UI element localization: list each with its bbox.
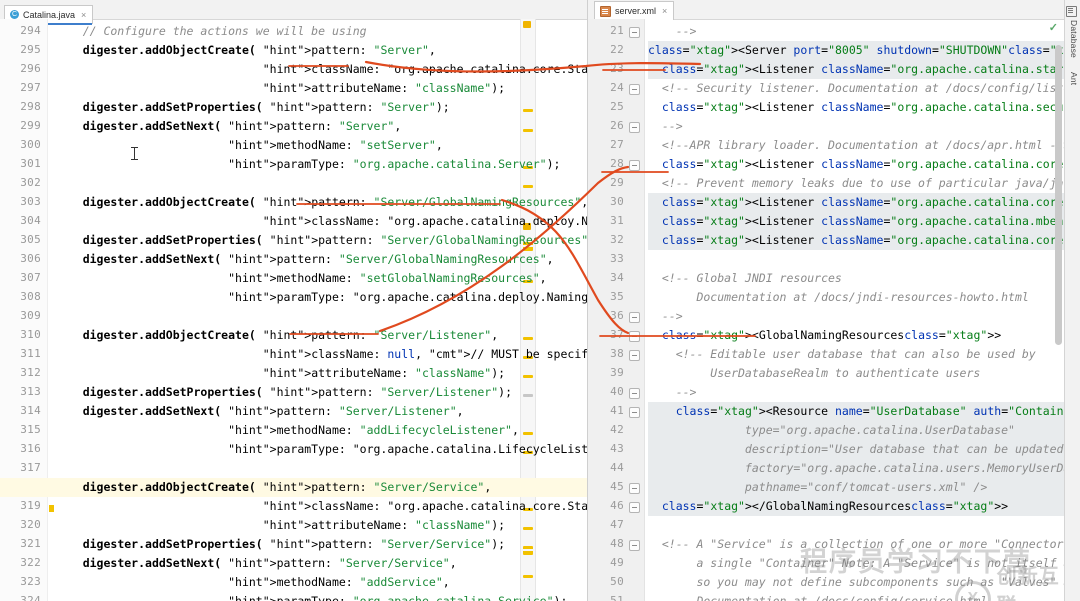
code-line[interactable]: pathname="conf/tomcat-users.xml" /> [648, 478, 987, 497]
tabbar-left: C Catalina.java × [0, 0, 587, 20]
tab-server-xml[interactable]: server.xml × [594, 1, 674, 20]
code-line[interactable]: "hint">attributeName: "className"); [55, 364, 505, 383]
code-line[interactable]: description="User database that can be u… [648, 440, 1080, 459]
code-line[interactable]: <!-- Editable user database that can als… [648, 345, 1036, 364]
code-line[interactable]: "hint">methodName: "addLifecycleListener… [55, 421, 519, 440]
vertical-scrollbar[interactable] [1055, 45, 1062, 345]
bookmark-icon[interactable] [49, 505, 54, 512]
code-line[interactable]: "hint">methodName: "setGlobalNamingResou… [55, 269, 547, 288]
code-line[interactable]: --> [648, 22, 696, 41]
code-line[interactable]: digester.addObjectCreate( "hint">pattern… [55, 326, 498, 345]
xml-file-icon [600, 6, 611, 17]
code-line[interactable]: digester.addSetProperties( "hint">patter… [55, 535, 505, 554]
code-line[interactable]: "hint">methodName: "setServer", [55, 136, 443, 155]
editor-body-java[interactable]: 2932942952962972982993003013023033043053… [0, 19, 587, 601]
code-line[interactable]: digester.addSetNext( "hint">pattern: "Se… [55, 250, 554, 269]
code-line[interactable]: digester.addObjectCreate( "hint">pattern… [55, 478, 491, 497]
watermark-logo-mark: X [955, 581, 991, 601]
code-line[interactable]: factory="org.apache.catalina.users.Memor… [648, 459, 1080, 478]
inspection-ok-icon[interactable]: ✓ [1049, 21, 1058, 34]
code-line[interactable]: type="org.apache.catalina.UserDatabase" [648, 421, 1015, 440]
database-icon [1066, 6, 1077, 17]
code-area-java[interactable]: // Configure the actions we will be usin… [0, 19, 587, 601]
code-line[interactable]: --> [648, 307, 683, 326]
code-line[interactable]: digester.addSetProperties( "hint">patter… [55, 383, 512, 402]
code-line[interactable]: class="xtag"><Listener className="org.ap… [648, 98, 1080, 117]
code-line[interactable]: // Configure the actions we will be usin… [55, 22, 367, 41]
java-class-icon: C [10, 10, 19, 19]
code-line[interactable]: digester.addSetNext( "hint">pattern: "Se… [55, 117, 401, 136]
code-line[interactable]: "hint">attributeName: "className"); [55, 79, 505, 98]
code-line[interactable]: digester.addSetNext( "hint">pattern: "Se… [55, 554, 457, 573]
code-line[interactable]: <!-- Prevent memory leaks due to use of … [648, 174, 1080, 193]
editor-body-xml[interactable]: 2021222324252627282930313233343536373839… [588, 19, 1080, 601]
tab-label: server.xml [615, 6, 656, 16]
code-line[interactable]: <!--APR library loader. Documentation at… [648, 136, 1070, 155]
code-line[interactable]: "hint">className: "org.apache.catalina.d… [55, 212, 587, 231]
code-line[interactable]: "hint">className: null, "cmt">// MUST be… [55, 345, 587, 364]
code-line[interactable]: class="xtag"><Listener className="org.ap… [648, 212, 1080, 231]
code-area-xml[interactable]: Documentation at /docs/config/server.htm… [588, 19, 1080, 601]
code-line[interactable]: Documentation at /docs/config/server.htm… [648, 19, 994, 22]
ide-window: C Catalina.java × 2932942952962972982993… [0, 0, 1080, 601]
editor-pane-java: C Catalina.java × 2932942952962972982993… [0, 0, 587, 601]
code-line[interactable]: digester.addSetProperties( "hint">patter… [55, 231, 587, 250]
close-icon[interactable]: × [662, 6, 667, 16]
code-line[interactable]: "hint">attributeName: "className"); [55, 516, 505, 535]
editor-split: C Catalina.java × 2932942952962972982993… [0, 0, 1080, 601]
code-line[interactable]: class="xtag"><Listener className="org.ap… [648, 193, 1080, 212]
code-line[interactable]: "hint">className: "org.apache.catalina.c… [55, 60, 587, 79]
code-line[interactable]: class="xtag"><Listener className="org.ap… [648, 60, 1080, 79]
code-line[interactable]: class="xtag"><Listener className="org.ap… [648, 155, 1080, 174]
mouse-text-cursor [131, 147, 138, 160]
tabbar-right: server.xml × [588, 0, 1080, 20]
code-line[interactable]: <!-- Global JNDI resources [648, 269, 842, 288]
code-line[interactable]: class="xtag"><GlobalNamingResourcesclass… [648, 326, 1001, 345]
watermark-logo-text: 创新互联 [997, 566, 1060, 601]
code-line[interactable]: digester.addSetProperties( "hint">patter… [55, 98, 450, 117]
watermark-logo: X 创新互联 CHUANGXIN HULIAN [955, 560, 1080, 601]
close-icon[interactable]: × [81, 10, 86, 20]
code-line[interactable]: "hint">paramType: "org.apache.catalina.d… [55, 288, 587, 307]
code-line[interactable]: <!-- Security listener. Documentation at… [648, 79, 1080, 98]
tab-label: Catalina.java [23, 10, 75, 20]
code-line[interactable]: Documentation at /docs/config/service.ht… [648, 592, 987, 601]
code-line[interactable]: digester.addObjectCreate( "hint">pattern… [55, 193, 587, 212]
code-line[interactable]: class="xtag"></GlobalNamingResourcesclas… [648, 497, 1008, 516]
code-line[interactable]: --> [648, 383, 696, 402]
code-line[interactable]: digester.addSetNext( "hint">pattern: "Se… [55, 402, 464, 421]
tool-window-database[interactable]: Database [1069, 20, 1079, 58]
code-line[interactable]: digester.addObjectCreate( "hint">pattern… [55, 41, 436, 60]
code-line[interactable]: Documentation at /docs/jndi-resources-ho… [648, 288, 1029, 307]
code-line[interactable]: class="xtag"><Server port="8005" shutdow… [648, 41, 1080, 60]
code-line[interactable]: class="xtag"><Resource name="UserDatabas… [648, 402, 1080, 421]
editor-pane-xml: server.xml × 202122232425262728293031323… [587, 0, 1080, 601]
tool-window-bar: Database Ant [1064, 0, 1080, 601]
code-line[interactable]: "hint">paramType: "org.apache.catalina.S… [55, 592, 567, 601]
code-line[interactable]: "hint">methodName: "addService", [55, 573, 450, 592]
code-line[interactable]: UserDatabaseRealm to authenticate users [648, 364, 980, 383]
code-line[interactable]: --> [648, 117, 683, 136]
code-line[interactable]: "hint">paramType: "org.apache.catalina.L… [55, 440, 587, 459]
code-line[interactable]: "hint">className: "org.apache.catalina.c… [55, 497, 587, 516]
tool-window-ant[interactable]: Ant [1069, 72, 1079, 85]
code-line[interactable]: class="xtag"><Listener className="org.ap… [648, 231, 1080, 250]
